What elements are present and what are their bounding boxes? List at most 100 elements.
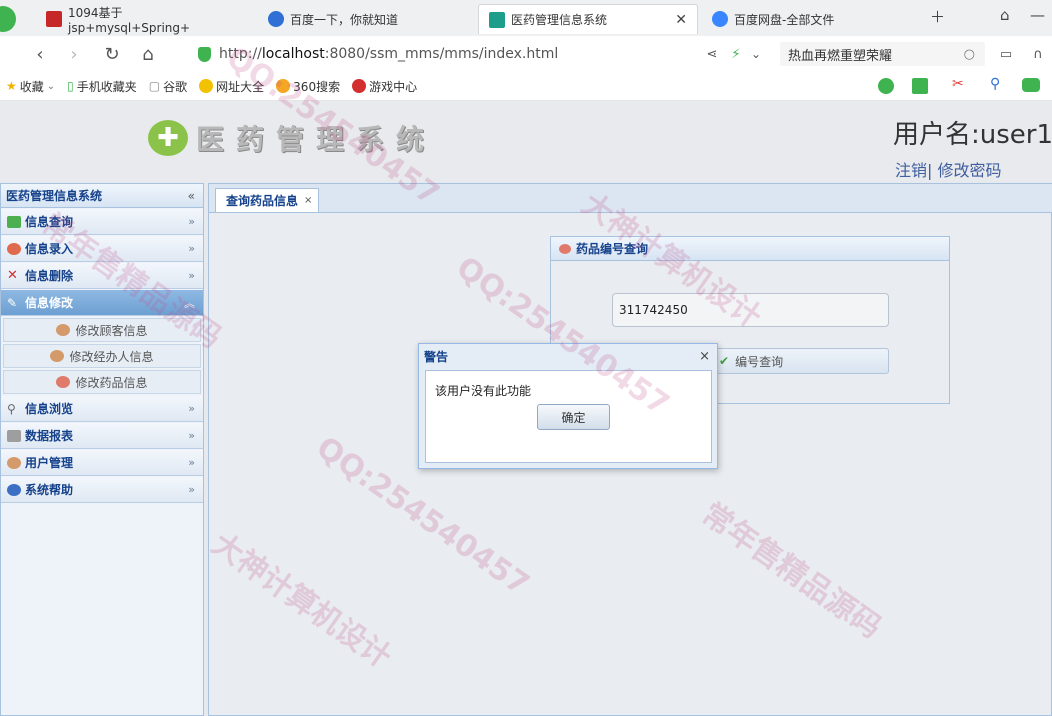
home-icon[interactable]: ⌂ (136, 42, 160, 66)
user-links: 注销| 修改密码 (895, 157, 1002, 181)
dialog-message: 该用户没有此功能 (435, 384, 532, 398)
new-tab-icon[interactable]: ＋ (930, 6, 945, 27)
collapse-icon[interactable]: ︽ (184, 295, 195, 311)
bookmark-360search[interactable]: 360搜索 (276, 78, 340, 95)
main-tab-bar (209, 184, 1052, 213)
sidebar-item-label: 信息查询 (25, 215, 74, 229)
bookmarks-bar: ★ 收藏 ⌄ ▯ 手机收藏夹 ▢ 谷歌 网址大全 360搜索 游戏中心 ✂ ⚲ (0, 72, 1052, 101)
pill-icon (559, 243, 571, 254)
system-logo: ✚ 医药管理系统 (148, 118, 436, 158)
extension-icon[interactable] (878, 78, 894, 94)
user-icon (7, 456, 21, 469)
drug-id-input[interactable] (612, 293, 889, 327)
dialog-title: 警告 (424, 349, 449, 364)
chevron-down-icon: ⌄ (46, 80, 56, 92)
close-dialog-icon[interactable]: × (699, 349, 710, 364)
browse-icon: ⚲ (7, 401, 16, 416)
expand-icon[interactable]: » (188, 429, 195, 442)
bookmark-mobile[interactable]: ▯ 手机收藏夹 (67, 78, 137, 95)
agent-icon (50, 350, 65, 362)
browser-tab-label: 百度网盘-全部文件 (734, 12, 835, 27)
browser-tab-label: 百度一下，你就知道 (290, 12, 399, 27)
app-favicon-icon (489, 11, 505, 28)
page-icon: ▢ (148, 79, 161, 93)
url-path: :8080/ssm_mms/mms/index.html (324, 46, 559, 62)
help-icon (7, 483, 21, 496)
sidebar-item-label: 数据报表 (25, 429, 74, 443)
share-icon[interactable]: ⋖ (700, 42, 724, 66)
chevron-down-icon[interactable]: ⌄ (744, 42, 768, 66)
medical-cross-icon: ✚ (148, 120, 188, 156)
shirt-icon[interactable]: ⌂ (1000, 6, 1010, 24)
headphones-icon[interactable]: ∩ (1026, 42, 1050, 66)
query-by-id-button[interactable]: ✔ 编号查询 (714, 348, 889, 374)
search-icon[interactable]: ○ (964, 47, 975, 62)
sidebar-item-label: 系统帮助 (25, 483, 74, 497)
bookmark-label: 收藏 (19, 79, 44, 94)
hot-search-text: 热血再燃重塑荣耀 (788, 48, 893, 64)
minimize-icon[interactable]: — (1030, 6, 1045, 24)
address-bar-row: ‹ › ↻ ⌂ http://localhost:8080/ssm_mms/mm… (0, 36, 1052, 73)
query-button-label: 编号查询 (735, 354, 784, 369)
change-password-link[interactable]: 修改密码 (938, 161, 1002, 180)
sidebar-subitem-edit-customer[interactable]: 修改顾客信息 (3, 318, 201, 342)
report-icon (7, 429, 21, 442)
username-label: 用户名:user1 (893, 120, 1052, 150)
star-icon: ★ (6, 79, 17, 93)
sidebar-item-users[interactable]: 用户管理 » (1, 450, 203, 476)
tab-query-drug[interactable]: 查询药品信息 × (215, 188, 320, 212)
sidebar-subitem-edit-agent[interactable]: 修改经办人信息 (3, 344, 201, 368)
expand-icon[interactable]: » (188, 269, 195, 282)
bookmark-favorites[interactable]: ★ 收藏 ⌄ (6, 78, 55, 95)
browser-tab-4[interactable]: 百度网盘-全部文件 (702, 4, 916, 34)
battery-icon[interactable]: ▭ (994, 42, 1018, 66)
panel-title: 药品编号查询 (576, 242, 649, 256)
browser-tab-3[interactable]: 医药管理信息系统 ✕ (478, 4, 698, 34)
expand-icon[interactable]: » (188, 483, 195, 496)
back-icon[interactable]: ‹ (28, 42, 52, 66)
sidebar-item-query[interactable]: 信息查询 » (1, 209, 203, 235)
url-field[interactable]: http://localhost:8080/ssm_mms/mms/index.… (198, 42, 703, 66)
expand-icon[interactable]: » (188, 242, 195, 255)
collapse-sidebar-icon[interactable]: « (188, 189, 195, 203)
dialog-ok-button[interactable]: 确定 (537, 404, 610, 430)
gamepad-icon[interactable] (1022, 78, 1040, 92)
sidebar-item-browse[interactable]: ⚲ 信息浏览 » (1, 396, 203, 422)
bookmark-navigation[interactable]: 网址大全 (199, 78, 264, 95)
sidebar-subitem-edit-drug[interactable]: 修改药品信息 (3, 370, 201, 394)
expand-icon[interactable]: » (188, 215, 195, 228)
edit-icon: ✎ (7, 295, 18, 310)
bookmark-label: 360搜索 (293, 79, 341, 94)
expand-icon[interactable]: » (188, 456, 195, 469)
magnifier-icon[interactable]: ⚲ (990, 76, 1000, 92)
browser-tab-strip: 1094基于jsp+mysql+Spring+ 百度一下，你就知道 医药管理信息… (0, 0, 1052, 36)
hot-search-box[interactable]: 热血再燃重塑荣耀 ○ (780, 42, 985, 66)
panel-header: 药品编号查询 (551, 237, 949, 261)
secure-shield-icon (198, 46, 211, 62)
delete-icon: ✕ (7, 267, 18, 283)
reload-icon[interactable]: ↻ (100, 42, 124, 66)
expand-icon[interactable]: » (188, 402, 195, 415)
browser-tab-2[interactable]: 百度一下，你就知道 (258, 4, 472, 34)
browser-tab-1[interactable]: 1094基于jsp+mysql+Spring+ (36, 4, 250, 35)
close-tab-icon[interactable]: ✕ (675, 12, 687, 28)
sidebar-title: 医药管理信息系统 (6, 189, 103, 203)
close-tab-icon[interactable]: × (304, 195, 312, 206)
sidebar-item-edit[interactable]: ✎ 信息修改 ︽ (1, 290, 203, 316)
game-icon (352, 79, 367, 93)
baidu-icon (268, 11, 284, 27)
bookmark-google[interactable]: ▢ 谷歌 (149, 78, 187, 95)
sidebar-item-label: 信息修改 (25, 296, 74, 310)
sidebar-item-report[interactable]: 数据报表 » (1, 423, 203, 449)
bookmark-label: 谷歌 (163, 79, 188, 94)
logout-link[interactable]: 注销 (895, 161, 927, 180)
link-separator: | (927, 161, 933, 180)
bookmark-games[interactable]: 游戏中心 (352, 78, 417, 95)
translate-icon[interactable] (912, 78, 928, 94)
sidebar-item-help[interactable]: 系统帮助 » (1, 477, 203, 503)
forward-icon[interactable]: › (62, 42, 86, 66)
pill-icon (56, 376, 71, 388)
scissors-icon[interactable]: ✂ (952, 76, 964, 92)
sidebar-item-input[interactable]: 信息录入 » (1, 236, 203, 262)
sidebar-item-delete[interactable]: ✕ 信息删除 » (1, 263, 203, 289)
